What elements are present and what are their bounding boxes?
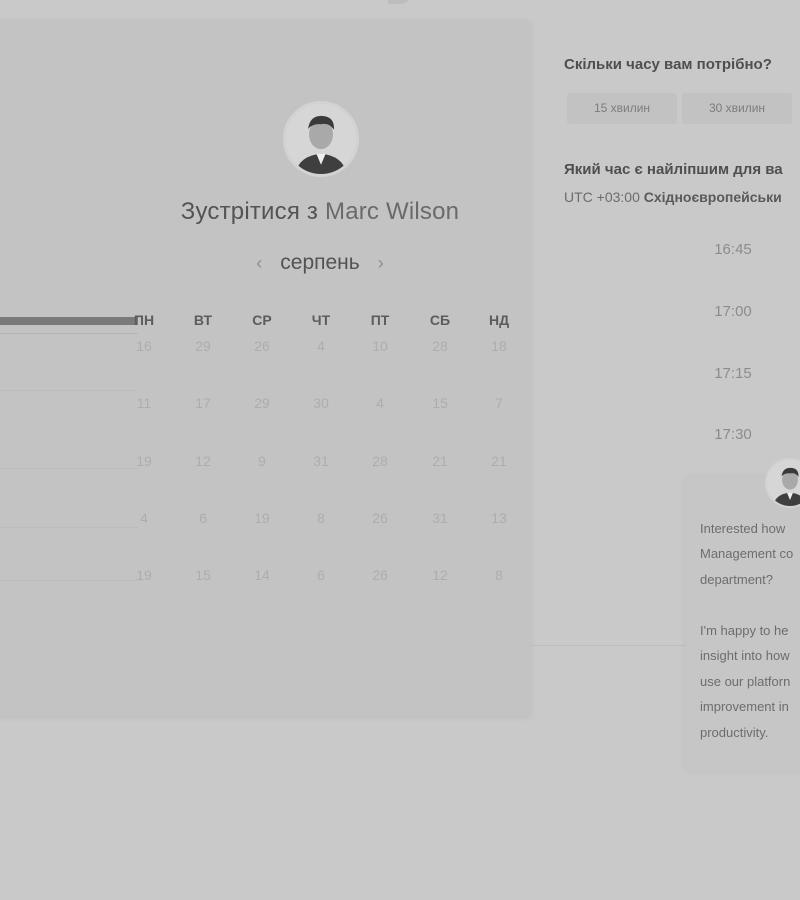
next-month-chevron-icon[interactable]: › bbox=[378, 254, 384, 272]
calendar-day[interactable]: 31 bbox=[301, 453, 341, 469]
month-navigation: ‹ серпень › bbox=[240, 248, 400, 278]
calendar-day[interactable]: 21 bbox=[479, 453, 519, 469]
time-slot[interactable]: 17:30 bbox=[683, 426, 783, 443]
time-slot[interactable]: 17:15 bbox=[683, 365, 783, 382]
calendar-day[interactable]: 13 bbox=[479, 510, 519, 526]
weekday-header: СБ bbox=[429, 312, 451, 328]
timezone-offset: UTC +03:00 bbox=[564, 189, 640, 205]
time-question: Який час є найліпшим для ва bbox=[564, 161, 783, 178]
calendar-day[interactable]: 4 bbox=[301, 338, 341, 354]
duration-question: Скільки часу вам потрібно? bbox=[564, 56, 772, 73]
time-slot[interactable]: 16:45 bbox=[683, 241, 783, 258]
calendar-day[interactable]: 19 bbox=[242, 510, 282, 526]
message-line: insight into how bbox=[700, 648, 790, 663]
weekday-header: ПТ bbox=[370, 312, 390, 328]
redaction-bar bbox=[0, 317, 138, 325]
weekday-header: ВТ bbox=[193, 312, 213, 328]
message-line: use our platforn bbox=[700, 674, 791, 689]
calendar-day[interactable]: 6 bbox=[183, 510, 223, 526]
meet-prefix: Зустрітися з bbox=[180, 198, 325, 225]
calendar-day[interactable]: 19 bbox=[124, 453, 164, 469]
calendar-day[interactable]: 8 bbox=[479, 567, 519, 583]
divider bbox=[530, 645, 690, 646]
duration-option-15[interactable]: 15 хвилин bbox=[567, 93, 677, 124]
calendar-day[interactable]: 9 bbox=[242, 453, 282, 469]
duration-option-30[interactable]: 30 хвилин bbox=[682, 93, 792, 124]
calendar-day[interactable]: 14 bbox=[242, 567, 282, 583]
message-line: Management co bbox=[700, 546, 794, 561]
host-name: Marc Wilson bbox=[325, 198, 460, 225]
divider bbox=[0, 390, 138, 391]
calendar-day[interactable]: 29 bbox=[183, 338, 223, 354]
calendar-day[interactable]: 18 bbox=[479, 338, 519, 354]
divider bbox=[0, 580, 138, 581]
calendar-day[interactable]: 19 bbox=[124, 567, 164, 583]
message-line: department? bbox=[700, 572, 773, 587]
calendar-day[interactable]: 12 bbox=[183, 453, 223, 469]
calendar-day[interactable]: 26 bbox=[242, 338, 282, 354]
weekday-header: ЧТ bbox=[311, 312, 331, 328]
message-line: productivity. bbox=[700, 725, 769, 740]
divider bbox=[0, 333, 138, 334]
weekday-header: СР bbox=[252, 312, 272, 328]
month-label: серпень bbox=[280, 251, 360, 274]
meet-title: Зустрітися з Marc Wilson bbox=[130, 198, 510, 226]
calendar-day[interactable]: 8 bbox=[301, 510, 341, 526]
time-slot[interactable]: 17:00 bbox=[683, 303, 783, 320]
calendar-day[interactable]: 4 bbox=[124, 510, 164, 526]
timezone-name: Східноєвропейськи bbox=[643, 189, 782, 205]
timezone-selector[interactable]: UTC +03:00 Східноєвропейськи bbox=[564, 189, 782, 205]
calendar-day[interactable]: 12 bbox=[420, 567, 460, 583]
host-avatar bbox=[283, 101, 359, 177]
previous-month-chevron-icon[interactable]: ‹ bbox=[256, 254, 262, 272]
calendar-day[interactable]: 31 bbox=[420, 510, 460, 526]
calendar-day[interactable]: 28 bbox=[360, 453, 400, 469]
calendar-day[interactable]: 26 bbox=[360, 510, 400, 526]
message-line: I'm happy to he bbox=[700, 623, 789, 638]
calendar-day[interactable]: 15 bbox=[420, 395, 460, 411]
calendar-day[interactable]: 26 bbox=[360, 567, 400, 583]
calendar-day[interactable]: 30 bbox=[301, 395, 341, 411]
calendar-day[interactable]: 6 bbox=[301, 567, 341, 583]
calendar-day[interactable]: 16 bbox=[124, 338, 164, 354]
top-overlay-tab bbox=[388, 0, 412, 4]
calendar-day[interactable]: 4 bbox=[360, 395, 400, 411]
calendar-panel bbox=[0, 22, 530, 717]
calendar-day[interactable]: 28 bbox=[420, 338, 460, 354]
divider bbox=[0, 527, 138, 528]
message-line: Interested how bbox=[700, 521, 786, 536]
calendar-day[interactable]: 17 bbox=[183, 395, 223, 411]
calendar-day[interactable]: 11 bbox=[124, 395, 164, 411]
calendar-day[interactable]: 21 bbox=[420, 453, 460, 469]
divider bbox=[0, 468, 138, 469]
calendar-day[interactable]: 7 bbox=[479, 395, 519, 411]
weekday-header: ПН bbox=[133, 312, 155, 328]
weekday-header: НД bbox=[488, 312, 510, 328]
calendar-day[interactable]: 29 bbox=[242, 395, 282, 411]
calendar-day[interactable]: 15 bbox=[183, 567, 223, 583]
message-line: improvement in bbox=[700, 699, 789, 714]
calendar-day[interactable]: 10 bbox=[360, 338, 400, 354]
